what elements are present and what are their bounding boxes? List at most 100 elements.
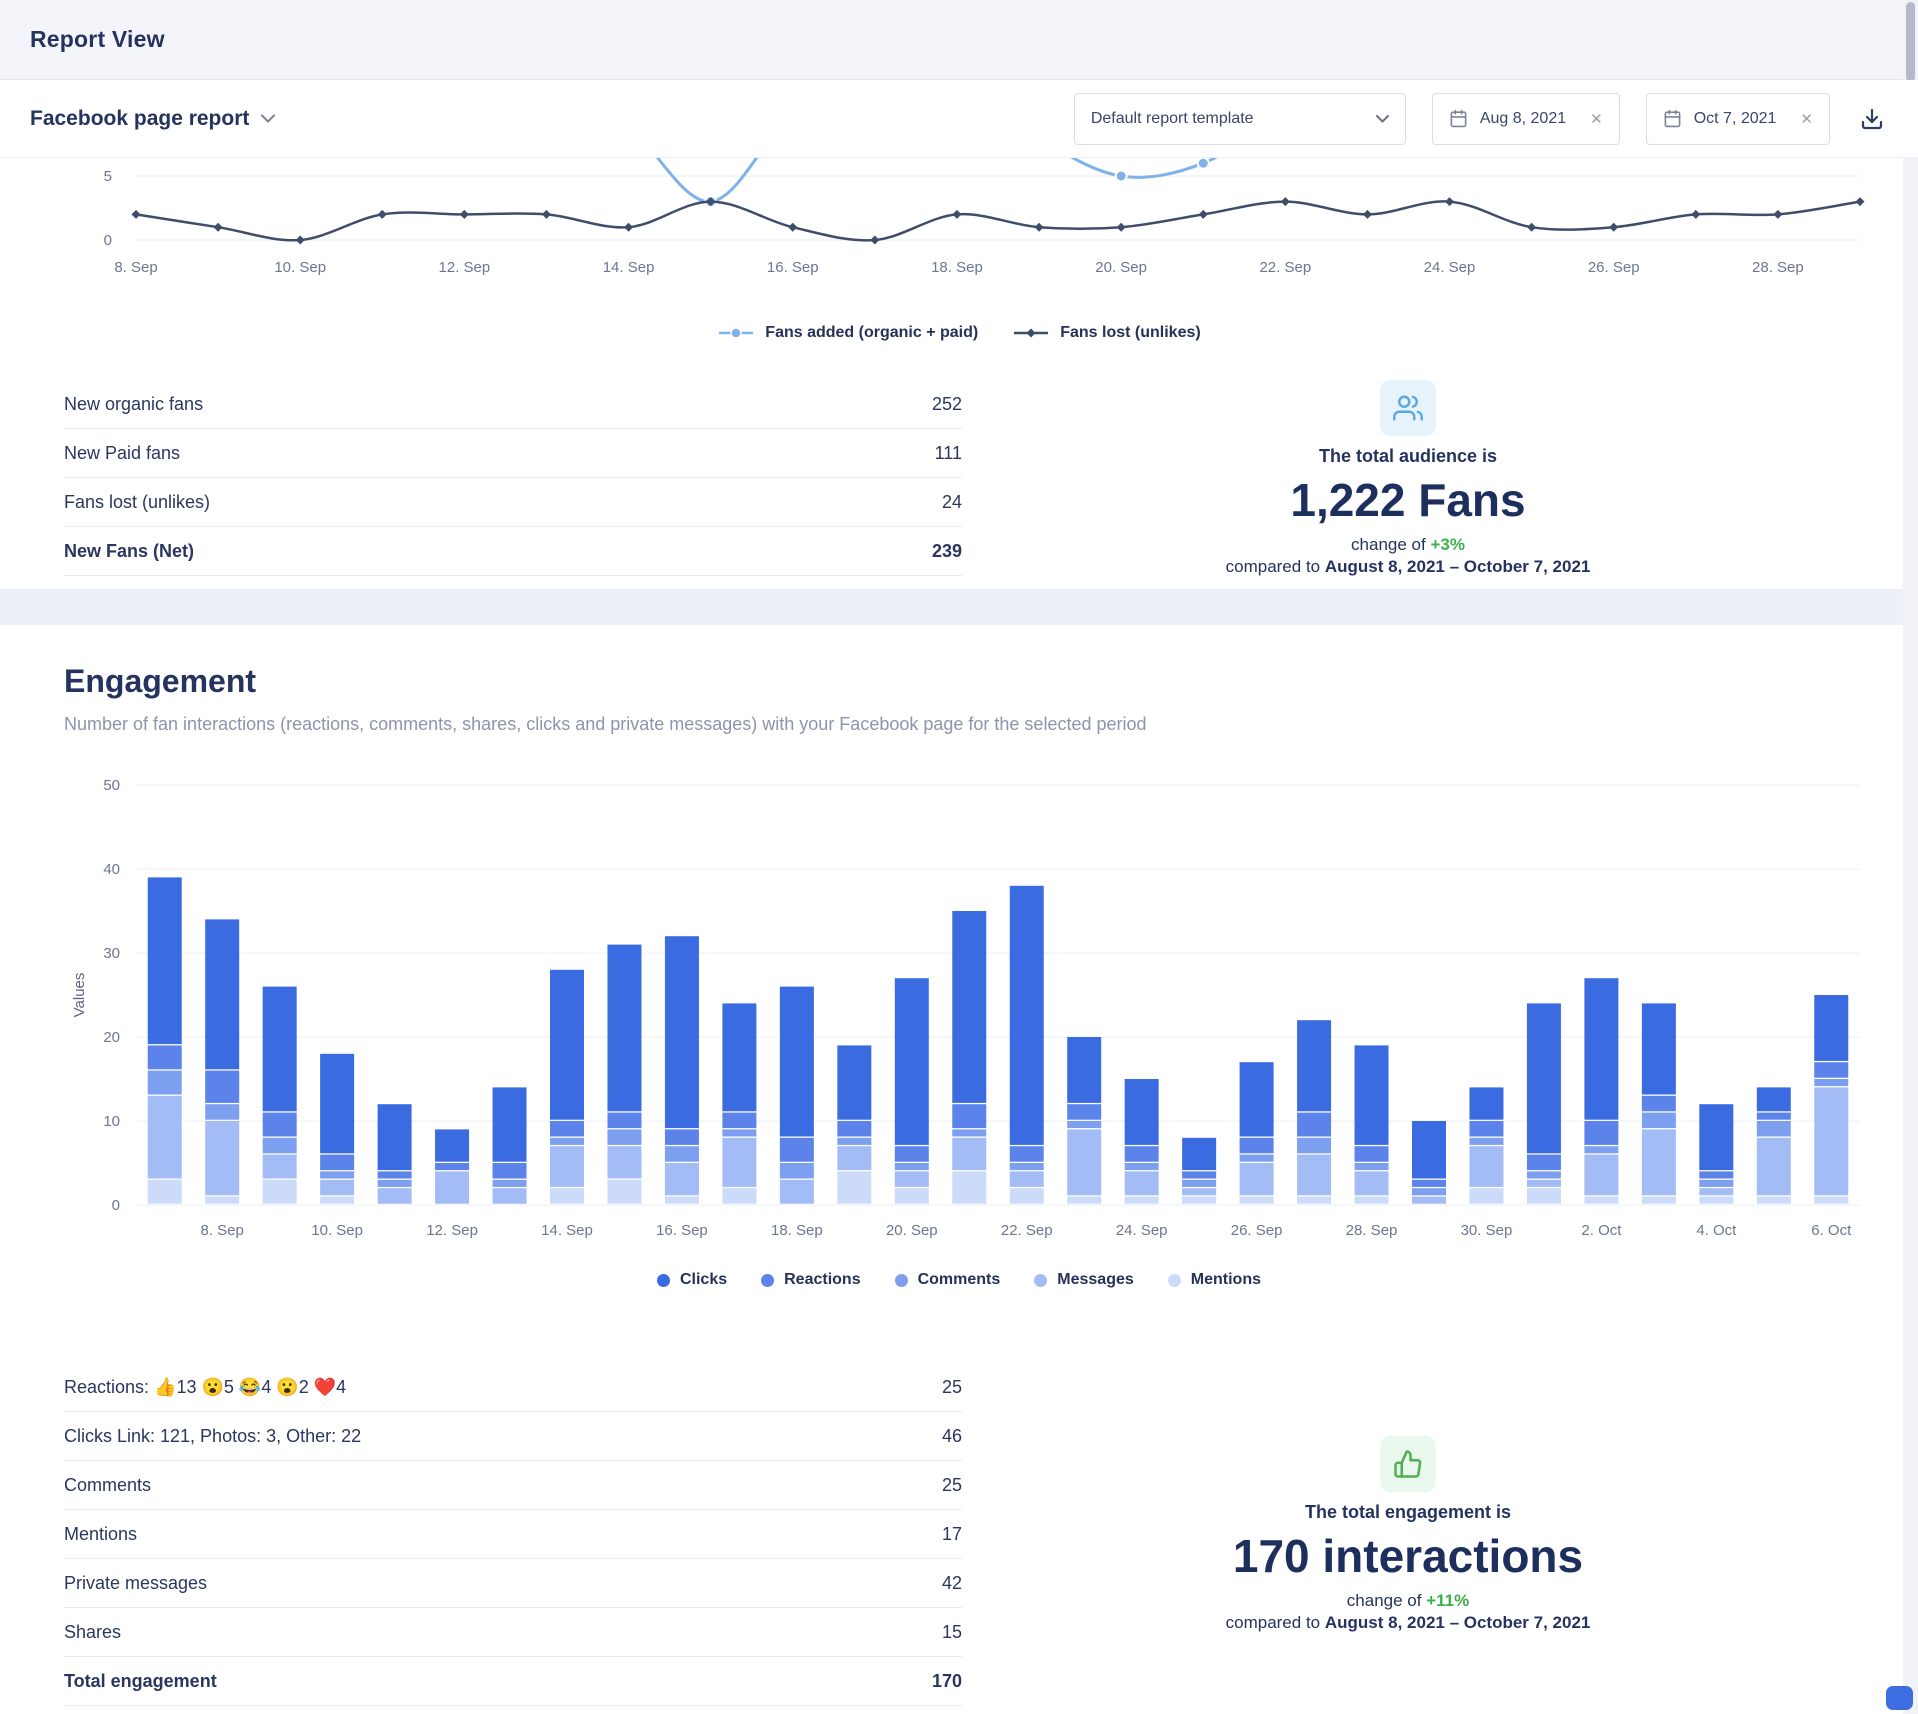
bar-segment [1297, 1138, 1331, 1154]
report-name-dropdown[interactable]: Facebook page report [30, 107, 275, 131]
bar-segment [1527, 1171, 1561, 1178]
bar-segment [607, 945, 641, 1112]
bar-segment [1010, 1171, 1044, 1187]
download-button[interactable] [1856, 103, 1888, 135]
bar-segment [1699, 1188, 1733, 1195]
bar-segment [1240, 1163, 1274, 1195]
bar-segment [1297, 1155, 1331, 1196]
bar-segment [1527, 1155, 1561, 1171]
legend-item[interactable]: Fans added (organic + paid) [717, 324, 978, 342]
bar-segment [1182, 1138, 1216, 1170]
bar-segment [1757, 1113, 1791, 1120]
bar-segment [148, 1096, 182, 1179]
bar-segment [952, 911, 986, 1103]
bar-segment [1067, 1129, 1101, 1195]
row-value: 17 [942, 1524, 962, 1545]
audience-change: change of +3% [1351, 535, 1465, 555]
clear-date-from-icon[interactable]: ✕ [1590, 110, 1603, 128]
bar-segment [1355, 1163, 1389, 1170]
bar-segment [1469, 1188, 1503, 1204]
date-from-field[interactable]: Aug 8, 2021 ✕ [1432, 93, 1620, 145]
legend-item[interactable]: Fans lost (unlikes) [1012, 324, 1200, 342]
bar-segment [1182, 1197, 1216, 1204]
bar-segment [780, 1163, 814, 1179]
bar-segment [493, 1180, 527, 1187]
bar-segment [1469, 1138, 1503, 1145]
template-select[interactable]: Default report template [1074, 93, 1406, 145]
date-to-value: Oct 7, 2021 [1694, 110, 1777, 128]
bar-segment [722, 1113, 756, 1129]
compare-range: August 8, 2021 – October 7, 2021 [1325, 1613, 1591, 1632]
bar-segment [1642, 1113, 1676, 1129]
bar-segment [1584, 978, 1618, 1119]
legend-item[interactable]: Clicks [657, 1271, 727, 1289]
svg-text:30. Sep: 30. Sep [1461, 1222, 1513, 1239]
bar-segment [263, 1180, 297, 1204]
legend-dot [657, 1274, 670, 1287]
engagement-subtitle: Number of fan interactions (reactions, c… [0, 714, 1918, 735]
bar-segment [952, 1104, 986, 1128]
bar-segment [837, 1146, 871, 1170]
users-icon [1380, 380, 1436, 436]
clear-date-to-icon[interactable]: ✕ [1800, 110, 1813, 128]
row-value: 25 [942, 1377, 962, 1398]
legend-item[interactable]: Messages [1034, 1271, 1134, 1289]
legend-item[interactable]: Mentions [1168, 1271, 1261, 1289]
date-to-field[interactable]: Oct 7, 2021 ✕ [1646, 93, 1830, 145]
svg-text:26. Sep: 26. Sep [1231, 1222, 1283, 1239]
svg-text:14. Sep: 14. Sep [541, 1222, 593, 1239]
bar-segment [263, 1138, 297, 1154]
svg-text:10. Sep: 10. Sep [311, 1222, 363, 1239]
engagement-summary-heading: The total engagement is [1305, 1502, 1511, 1523]
legend-label: Mentions [1191, 1271, 1261, 1289]
legend-label: Messages [1057, 1271, 1134, 1289]
row-value: 252 [932, 394, 962, 415]
bar-segment [1125, 1146, 1159, 1162]
bar-segment [435, 1171, 469, 1203]
svg-text:18. Sep: 18. Sep [771, 1222, 823, 1239]
scrollbar[interactable] [1903, 0, 1918, 1714]
bar-segment [780, 1180, 814, 1204]
bar-segment [1757, 1138, 1791, 1196]
scrollbar-thumb[interactable] [1906, 2, 1915, 82]
bar-segment [1584, 1197, 1618, 1204]
bar-segment [1355, 1045, 1389, 1145]
compare-label: compared to [1226, 1613, 1321, 1632]
row-label: New Paid fans [64, 443, 180, 464]
bar-segment [837, 1171, 871, 1203]
bar-segment [722, 1188, 756, 1204]
toolbar-controls: Default report template Aug 8, 2021 ✕ Oc… [1074, 93, 1888, 145]
bar-segment [1642, 1129, 1676, 1195]
bar-segment [148, 1071, 182, 1095]
bar-segment [1412, 1197, 1446, 1204]
bar-segment [493, 1087, 527, 1161]
bar-segment [665, 1129, 699, 1145]
bar-segment [665, 936, 699, 1128]
bar-segment [1010, 1188, 1044, 1204]
bar-segment [1757, 1197, 1791, 1204]
section-gap [0, 589, 1918, 625]
bar-segment [1010, 1163, 1044, 1170]
change-value: +3% [1430, 535, 1465, 554]
legend-item[interactable]: Reactions [761, 1271, 860, 1289]
calendar-icon [1449, 109, 1468, 128]
legend-label: Reactions [784, 1271, 860, 1289]
bar-segment [1584, 1121, 1618, 1145]
legend-item[interactable]: Comments [895, 1271, 1001, 1289]
svg-text:12. Sep: 12. Sep [439, 259, 491, 276]
svg-text:8. Sep: 8. Sep [114, 259, 157, 276]
svg-text:5: 5 [104, 168, 112, 185]
svg-text:0: 0 [112, 1197, 120, 1214]
template-select-value: Default report template [1091, 110, 1254, 128]
bar-segment [1527, 1188, 1561, 1204]
chat-launcher[interactable] [1886, 1686, 1913, 1710]
bar-segment [1182, 1180, 1216, 1187]
engagement-bar-chart-svg: 01020304050Values8. Sep10. Sep12. Sep14.… [0, 769, 1918, 1255]
row-value: 46 [942, 1426, 962, 1447]
bar-segment [607, 1146, 641, 1178]
bar-segment [1010, 1146, 1044, 1162]
bar-segment [895, 1146, 929, 1162]
bar-segment [263, 1155, 297, 1179]
report-name: Facebook page report [30, 107, 249, 131]
bar-segment [1125, 1079, 1159, 1145]
